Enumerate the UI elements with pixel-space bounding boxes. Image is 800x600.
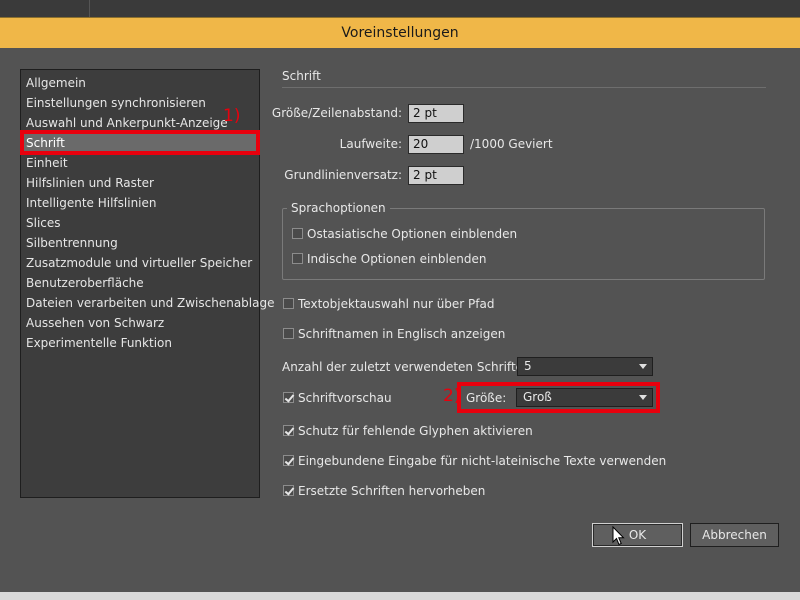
indic-options-checkbox[interactable]: [292, 253, 303, 264]
tracking-field[interactable]: 20: [408, 135, 464, 154]
font-names-english-label: Schriftnamen in Englisch anzeigen: [298, 327, 506, 341]
baseline-shift-field[interactable]: 2 pt: [408, 166, 464, 185]
size-leading-field[interactable]: 2 pt: [408, 104, 464, 123]
type-object-path-label: Textobjektauswahl nur über Pfad: [298, 297, 495, 311]
category-item-ui[interactable]: Benutzeroberfläche: [21, 273, 259, 293]
highlight-substituted-label: Ersetzte Schriften hervorheben: [298, 484, 486, 498]
category-item-slices[interactable]: Slices: [21, 213, 259, 233]
category-item-allgemein[interactable]: Allgemein: [21, 73, 259, 93]
east-asian-options-checkbox[interactable]: [292, 228, 303, 239]
preview-size-label: Größe:: [466, 391, 507, 405]
recent-fonts-select[interactable]: 5: [517, 357, 653, 376]
chevron-down-icon: [639, 364, 647, 369]
recent-fonts-value: 5: [524, 359, 532, 373]
language-options-group: [282, 208, 765, 280]
missing-glyph-label: Schutz für fehlende Glyphen aktivieren: [298, 424, 533, 438]
font-preview-label: Schriftvorschau: [298, 391, 392, 405]
baseline-shift-label: Grundlinienversatz:: [284, 168, 402, 182]
annotation-step-1: 1): [223, 106, 241, 126]
preview-size-value: Groß: [523, 390, 552, 404]
tracking-unit: /1000 Geviert: [470, 137, 553, 151]
inline-input-label: Eingebundene Eingabe für nicht-lateinisc…: [298, 454, 667, 468]
cancel-button[interactable]: Abbrechen: [690, 523, 779, 547]
category-item-smart-guides[interactable]: Intelligente Hilfslinien: [21, 193, 259, 213]
category-item-experimental[interactable]: Experimentelle Funktion: [21, 333, 259, 353]
preview-size-select[interactable]: Groß: [516, 388, 653, 407]
category-item-einheit[interactable]: Einheit: [21, 153, 259, 173]
missing-glyph-checkbox[interactable]: [283, 425, 294, 436]
recent-fonts-label: Anzahl der zuletzt verwendeten Schriften…: [282, 360, 535, 374]
category-item-plugins[interactable]: Zusatzmodule und virtueller Speicher: [21, 253, 259, 273]
indic-options-label: Indische Optionen einblenden: [307, 252, 487, 266]
size-leading-label: Größe/Zeilenabstand:: [271, 106, 402, 120]
highlight-substituted-checkbox[interactable]: [283, 485, 294, 496]
type-object-path-checkbox[interactable]: [283, 298, 294, 309]
inline-input-checkbox[interactable]: [283, 455, 294, 466]
tracking-label: Laufweite:: [339, 137, 402, 151]
highlight-box-schrift-category: [20, 130, 260, 155]
mouse-pointer-icon: [612, 526, 625, 546]
east-asian-options-label: Ostasiatische Optionen einblenden: [307, 227, 518, 241]
category-item-black[interactable]: Aussehen von Schwarz: [21, 313, 259, 333]
chevron-down-icon: [639, 395, 647, 400]
section-divider: [282, 87, 766, 88]
font-preview-checkbox[interactable]: [283, 392, 294, 403]
screen-bottom-edge: [0, 592, 800, 600]
ok-button[interactable]: OK: [592, 523, 683, 547]
category-item-guides-grid[interactable]: Hilfslinien und Raster: [21, 173, 259, 193]
language-options-title: Sprachoptionen: [287, 201, 390, 215]
dialog-title[interactable]: Voreinstellungen: [0, 18, 800, 48]
font-names-english-checkbox[interactable]: [283, 328, 294, 339]
category-item-clipboard[interactable]: Dateien verarbeiten und Zwischenablage: [21, 293, 274, 313]
section-title: Schrift: [282, 69, 321, 83]
category-item-hyphenation[interactable]: Silbentrennung: [21, 233, 259, 253]
